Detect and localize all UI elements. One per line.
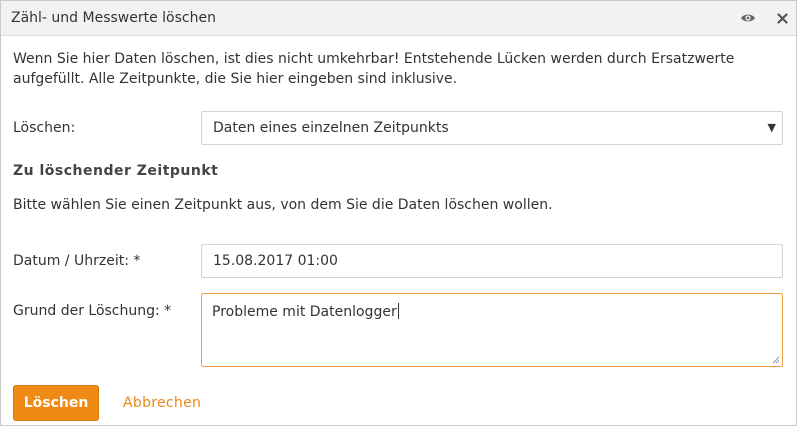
dialog-titlebar: Zähl- und Messwerte löschen	[1, 1, 796, 36]
delete-mode-select[interactable]: Daten eines einzelnen Zeitpunkts ▼	[201, 111, 783, 145]
delete-mode-selected-value: Daten eines einzelnen Zeitpunkts	[213, 120, 449, 136]
datetime-label: Datum / Uhrzeit: *	[13, 253, 141, 269]
delete-values-dialog: Zähl- und Messwerte löschen Wenn Sie hie…	[0, 0, 797, 426]
close-icon[interactable]	[772, 8, 792, 28]
reason-textarea[interactable]: Probleme mit Datenlogger	[201, 293, 783, 367]
hint-text: Bitte wählen Sie einen Zeitpunkt aus, vo…	[13, 197, 553, 213]
delete-mode-label: Löschen:	[13, 120, 76, 136]
dialog-title: Zähl- und Messwerte löschen	[11, 10, 216, 26]
reason-label: Grund der Löschung: *	[13, 303, 172, 319]
resize-grip-icon[interactable]	[771, 355, 780, 364]
eye-icon[interactable]	[738, 8, 758, 28]
text-caret	[397, 303, 399, 319]
datetime-input[interactable]: 15.08.2017 01:00	[201, 244, 783, 278]
section-heading: Zu löschender Zeitpunkt	[13, 163, 219, 179]
delete-button[interactable]: Löschen	[13, 385, 99, 421]
intro-warning-text: Wenn Sie hier Daten löschen, ist dies ni…	[13, 51, 735, 87]
datetime-value: 15.08.2017 01:00	[213, 253, 338, 269]
chevron-down-icon: ▼	[767, 121, 776, 134]
reason-value: Probleme mit Datenlogger	[212, 303, 399, 320]
cancel-button[interactable]: Abbrechen	[123, 395, 201, 411]
